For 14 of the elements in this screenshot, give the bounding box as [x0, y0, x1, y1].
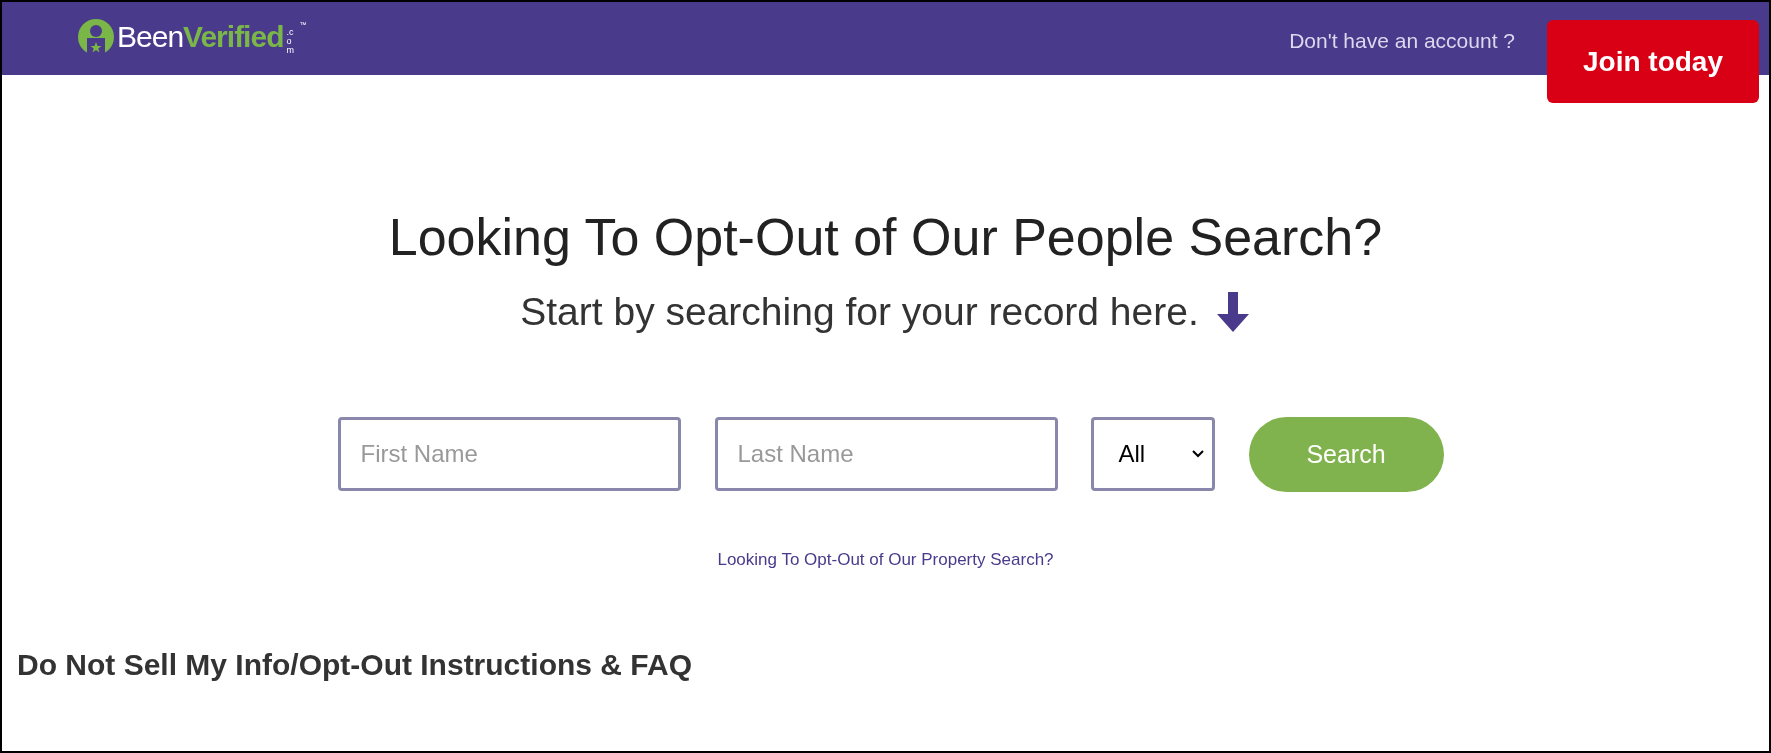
chevron-down-icon	[1191, 450, 1204, 459]
down-arrow-icon	[1214, 292, 1251, 333]
state-select[interactable]: All	[1090, 417, 1215, 492]
page-subtitle: Start by searching for your record here.	[520, 289, 1199, 335]
account-prompt: Don't have an account ?	[1289, 28, 1515, 54]
logo-text: BeenVerified	[117, 22, 284, 52]
join-today-button[interactable]: Join today	[1547, 20, 1759, 103]
first-name-field[interactable]: First Name	[337, 417, 681, 492]
person-icon	[78, 19, 114, 55]
property-search-link[interactable]: Looking To Opt-Out of Our Property Search?	[717, 546, 1054, 573]
page-title: Looking To Opt-Out of Our People Search?	[388, 207, 1383, 268]
faq-heading: Do Not Sell My Info/Opt-Out Instructions & FAQ	[17, 647, 693, 684]
logo-domain: .com	[286, 27, 295, 55]
last-name-field[interactable]: Last Name	[714, 417, 1058, 492]
